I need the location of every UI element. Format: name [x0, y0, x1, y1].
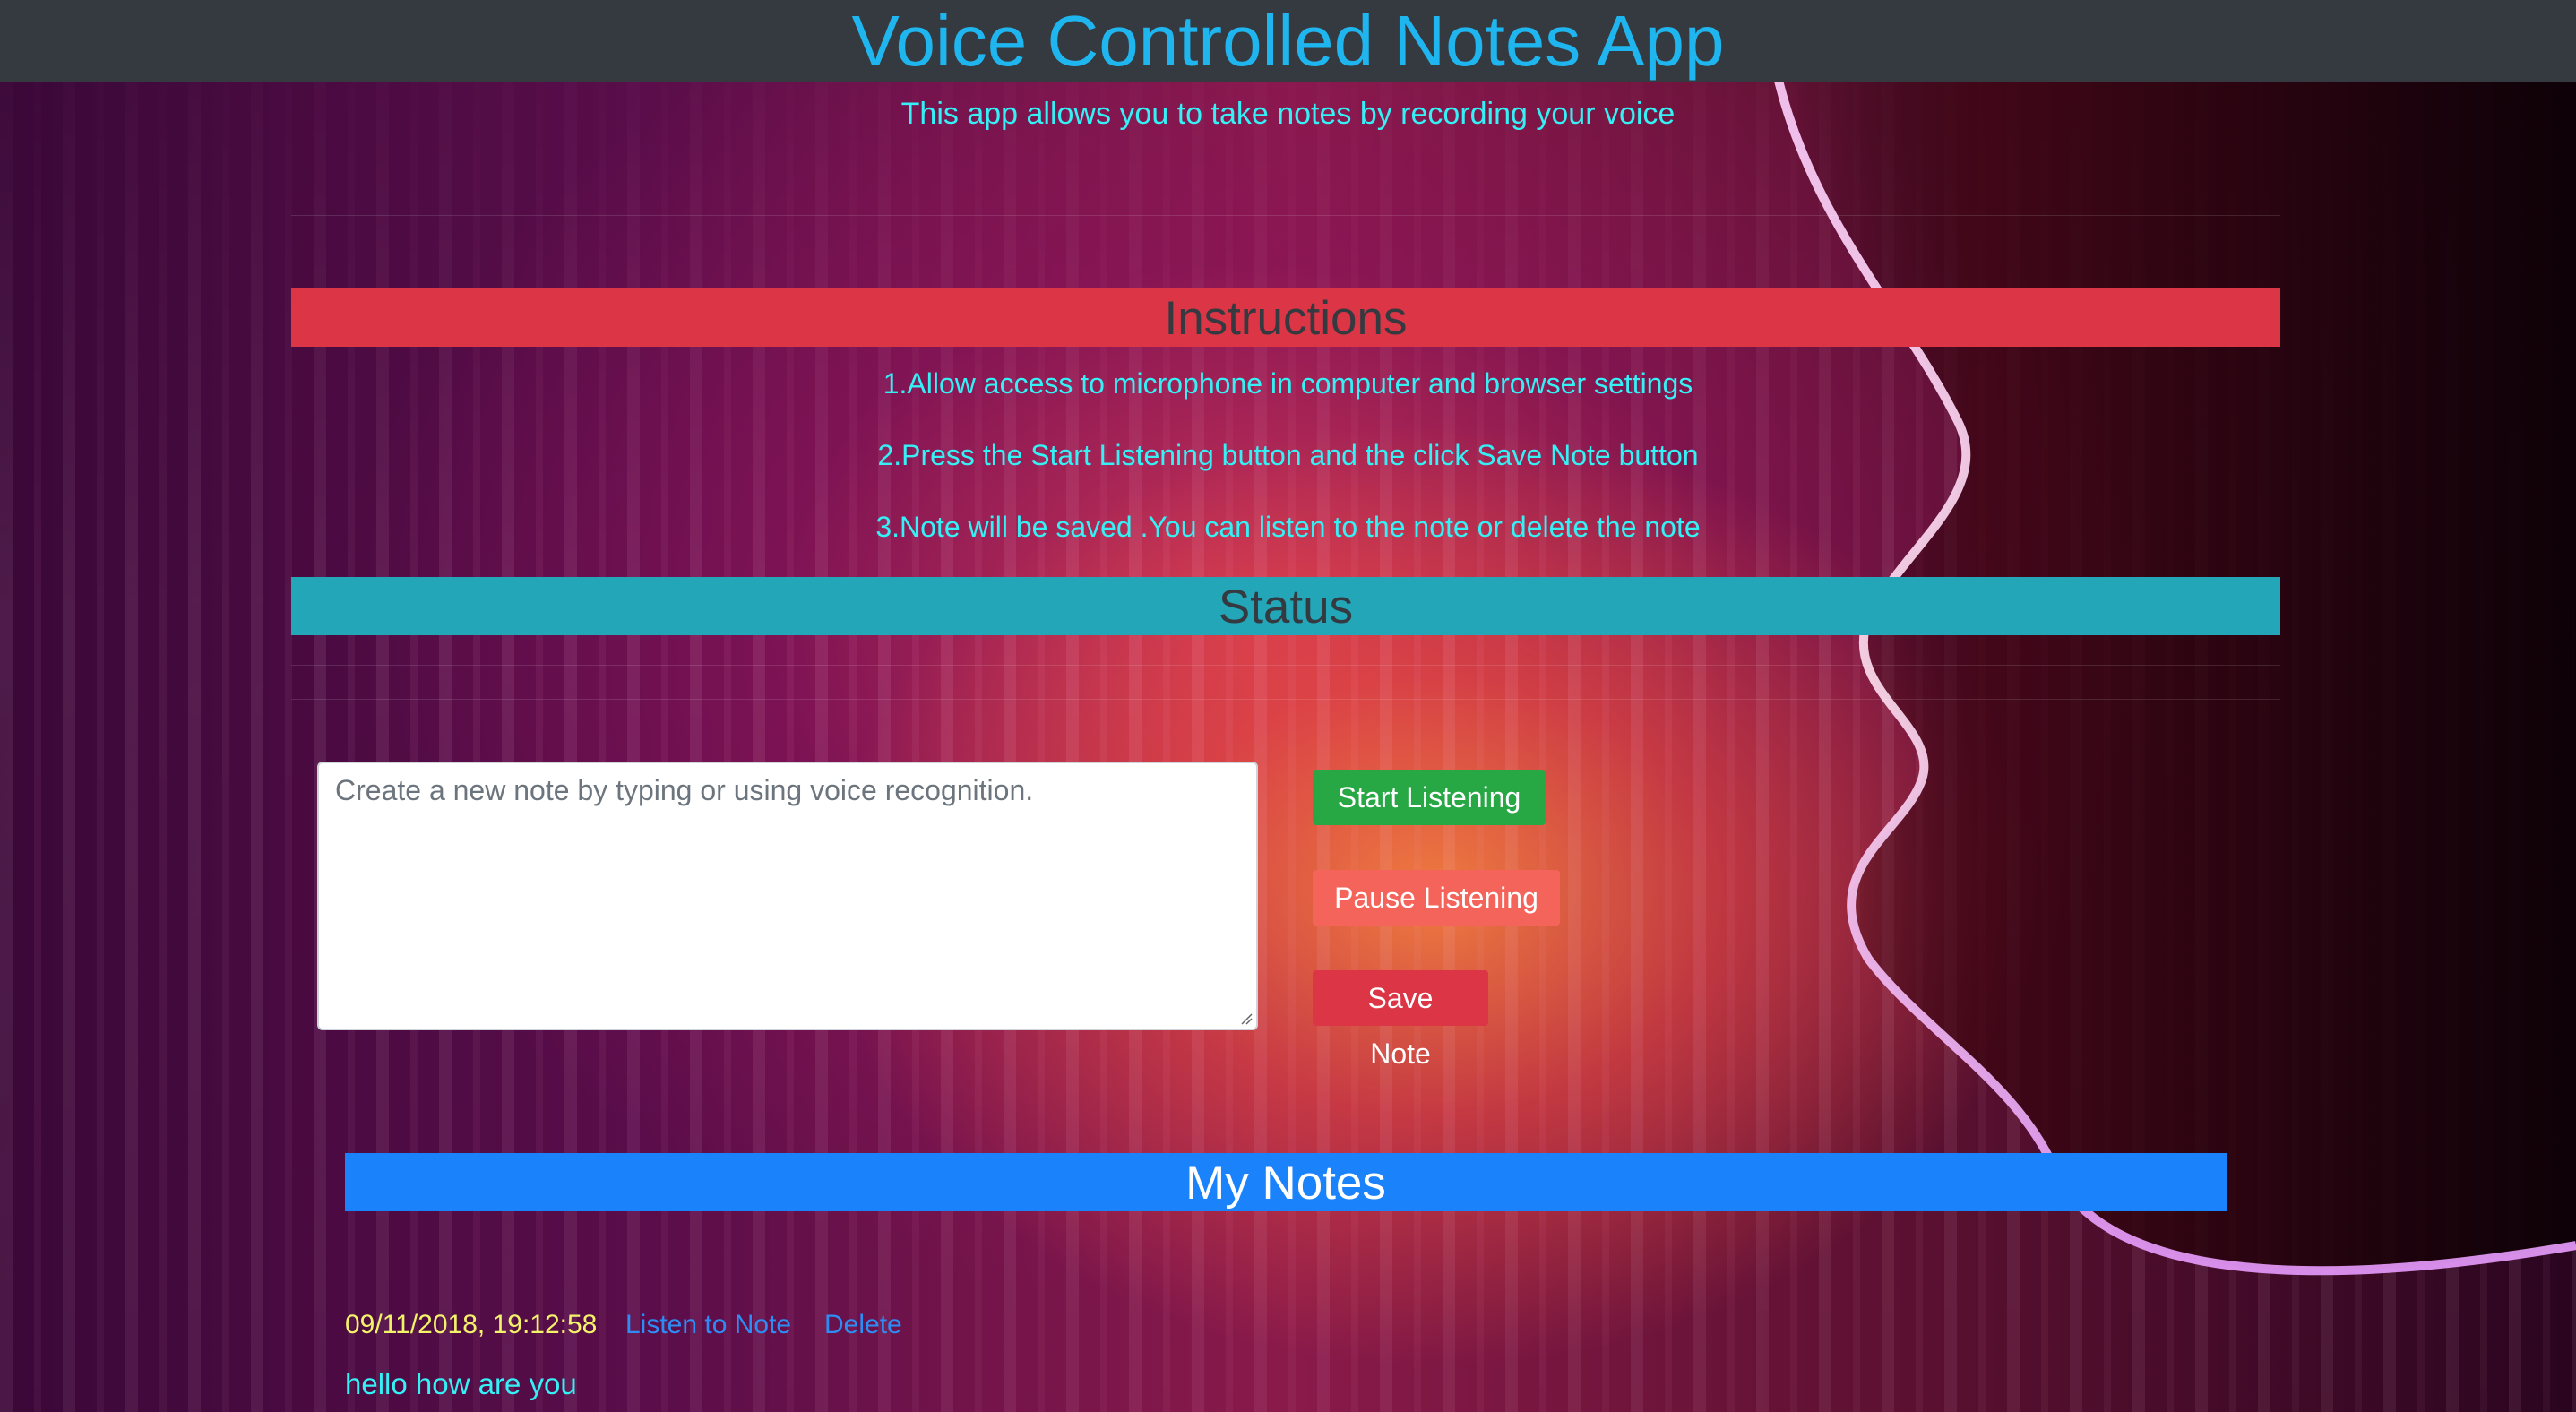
instruction-step-3: 3.Note will be saved .You can listen to … — [875, 511, 1701, 543]
instruction-step-2: 2.Press the Start Listening button and t… — [877, 439, 1699, 471]
delete-note-link[interactable]: Delete — [824, 1310, 902, 1340]
divider — [291, 215, 2280, 216]
note-textarea-placeholder: Create a new note by typing or using voi… — [335, 774, 1034, 806]
note-textarea[interactable]: Create a new note by typing or using voi… — [317, 762, 1258, 1030]
start-listening-button[interactable]: Start Listening — [1313, 770, 1546, 825]
note-content: hello how are you — [345, 1367, 577, 1400]
listen-to-note-link[interactable]: Listen to Note — [625, 1310, 791, 1340]
top-navbar: Voice Controlled Notes App — [0, 0, 2576, 82]
status-heading: Status — [291, 577, 2280, 635]
app-title: Voice Controlled Notes App — [851, 1, 1725, 81]
resize-handle-icon[interactable] — [1238, 1011, 1253, 1025]
instructions-heading: Instructions — [291, 288, 2280, 347]
divider — [291, 699, 2280, 700]
page-content: Voice Controlled Notes App This app allo… — [0, 0, 2576, 1412]
save-note-button[interactable]: Save Note — [1313, 970, 1488, 1070]
divider — [291, 665, 2280, 666]
app-subtitle: This app allows you to take notes by rec… — [900, 97, 1676, 131]
my-notes-heading: My Notes — [345, 1153, 2227, 1211]
pause-listening-button[interactable]: Pause Listening — [1313, 870, 1560, 926]
note-date: 09/11/2018, 19:12:58 — [345, 1310, 598, 1339]
instruction-step-1: 1.Allow access to microphone in computer… — [883, 367, 1693, 400]
